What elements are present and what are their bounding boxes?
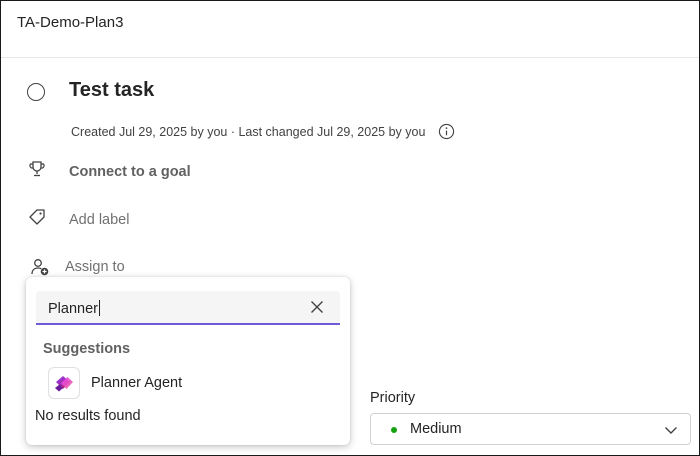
header: TA-Demo-Plan3	[1, 1, 699, 58]
priority-value: Medium	[410, 421, 462, 437]
close-icon[interactable]	[310, 300, 324, 314]
task-details-window: TA-Demo-Plan3 Test task Created Jul 29, …	[0, 0, 700, 456]
tag-icon	[29, 209, 45, 225]
priority-status-dot	[391, 427, 397, 433]
task-meta-text: Created Jul 29, 2025 by you · Last chang…	[71, 125, 426, 139]
priority-dropdown[interactable]: Medium	[370, 413, 691, 445]
suggestion-name: Planner Agent	[91, 375, 183, 391]
plan-name: TA-Demo-Plan3	[17, 14, 124, 31]
trophy-icon	[29, 161, 45, 177]
suggestions-header: Suggestions	[43, 341, 131, 357]
planner-agent-icon	[55, 376, 73, 392]
add-label-field[interactable]: Add label	[69, 212, 129, 228]
chevron-down-icon	[665, 427, 677, 434]
suggestion-item[interactable]: Planner Agent	[46, 367, 336, 401]
assignee-search-value: Planner	[48, 300, 100, 317]
assign-to-field[interactable]: Assign to	[65, 259, 125, 275]
info-icon[interactable]	[438, 123, 455, 140]
avatar	[48, 367, 80, 399]
assignee-search-input[interactable]: Planner	[36, 291, 340, 325]
connect-goal-link[interactable]: Connect to a goal	[69, 164, 191, 180]
complete-task-checkbox[interactable]	[27, 83, 45, 101]
assign-people-popup: Planner Suggestions Planner Agent No res…	[26, 277, 350, 445]
text-caret	[98, 300, 100, 316]
priority-label: Priority	[370, 390, 416, 406]
no-results-text: No results found	[35, 408, 141, 424]
task-title[interactable]: Test task	[69, 79, 154, 102]
person-add-icon	[31, 259, 49, 276]
